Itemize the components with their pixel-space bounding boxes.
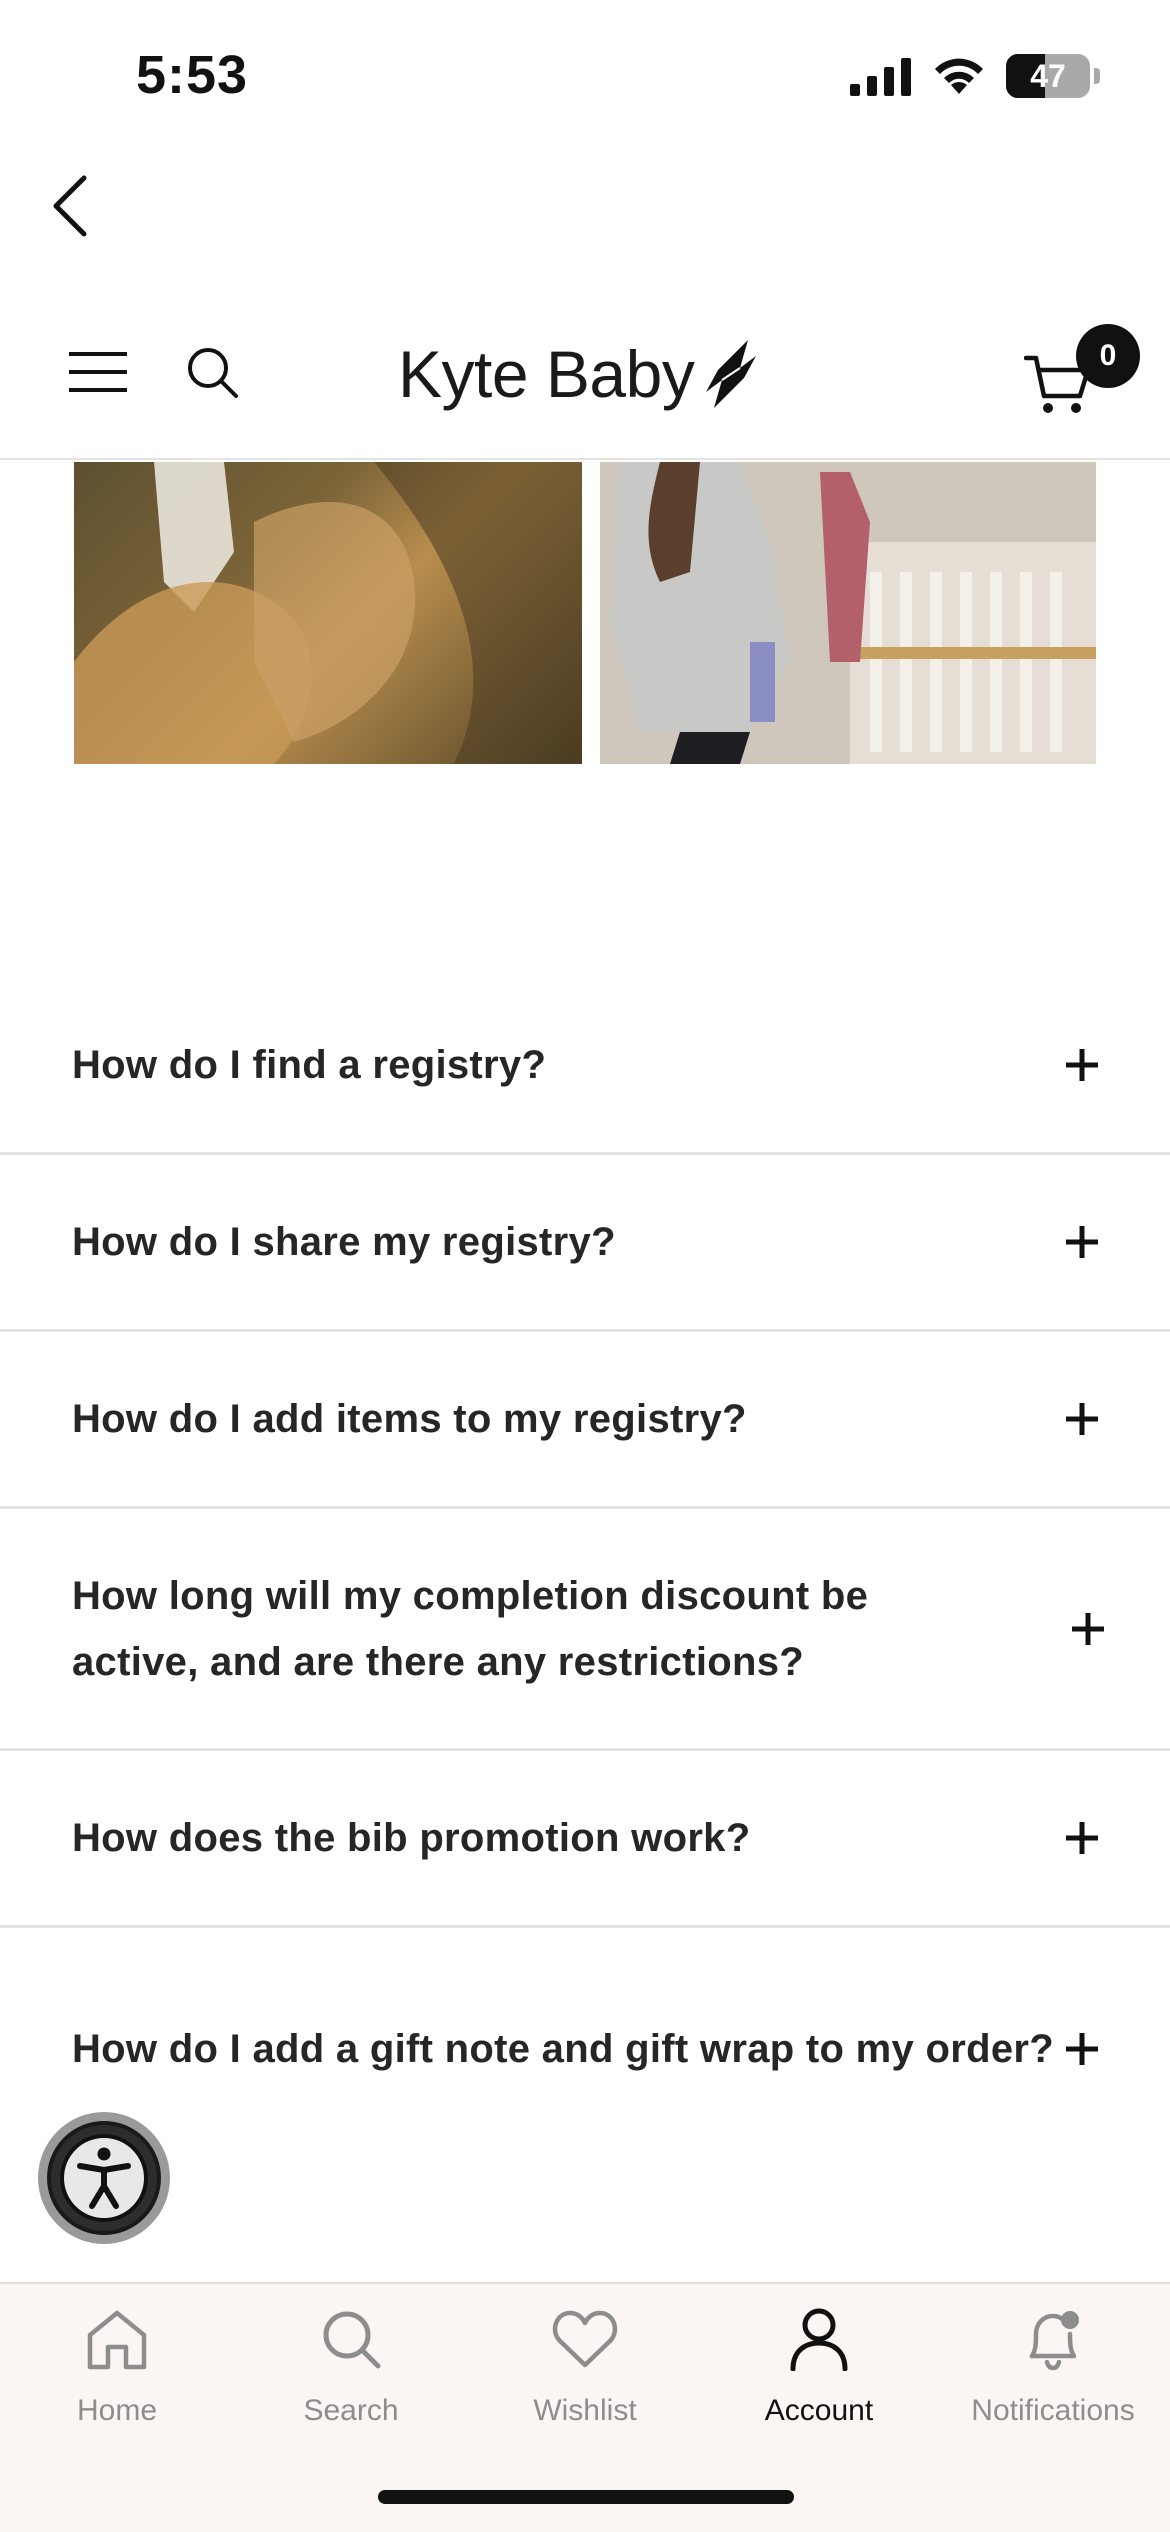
home-indicator [378,2490,794,2504]
cart-button[interactable]: 0 [1024,324,1140,424]
faq-question: How do I add items to my registry? [72,1397,747,1441]
faq-question: How do I find a registry? [72,1043,547,1087]
tab-label: Search [303,2394,399,2427]
plus-icon[interactable] [1064,1820,1100,1856]
heart-icon [552,2310,618,2368]
swaddle-photo-graphic [74,462,582,764]
plus-icon[interactable] [1064,1047,1100,1083]
nursery-photo-graphic [600,462,1096,764]
tab-notifications[interactable]: Notifications [936,2304,1170,2444]
tab-label: Home [76,2394,158,2427]
faq-item[interactable]: How long will my completion discount be … [0,1509,1170,1751]
status-icons: 47 [850,52,1100,100]
cart-count-badge: 0 [1076,324,1140,388]
faq-question: How do I add a gift note and gift wrap t… [72,2027,1054,2071]
store-header: Kyte Baby 0 [0,290,1170,460]
back-button[interactable] [40,170,100,242]
faq-item[interactable]: How do I add a gift note and gift wrap t… [0,1928,1170,2170]
faq-item[interactable]: How do I find a registry? [0,978,1170,1155]
accessibility-button[interactable] [38,2112,170,2244]
star-logo-icon [706,340,757,408]
header-search-button[interactable] [180,340,244,404]
faq-item[interactable]: How do I add items to my registry? [0,1332,1170,1509]
status-bar: 5:53 47 [0,0,1170,150]
faq-question: How do I share my registry? [72,1220,616,1264]
bell-icon [1029,2311,1079,2371]
chevron-left-icon [53,175,87,237]
product-image[interactable] [600,462,1096,764]
plus-icon[interactable] [1064,1401,1100,1437]
battery-level: 47 [1030,57,1066,94]
tab-wishlist[interactable]: Wishlist [468,2304,702,2444]
search-icon [188,348,238,398]
faq-question: How does the bib promotion work? [72,1816,751,1860]
battery-icon: 47 [1006,54,1100,98]
tab-account[interactable]: Account [702,2304,936,2444]
faq-list: How do I find a registry? How do I share… [0,978,1170,2170]
cellular-signal-icon [850,58,911,96]
faq-question: How long will my completion discount be … [72,1573,869,1684]
user-icon [790,2308,848,2371]
accessibility-icon [60,2134,148,2222]
tab-home[interactable]: Home [0,2304,234,2444]
tab-label: Account [764,2394,874,2427]
faq-item[interactable]: How do I share my registry? [0,1155,1170,1332]
tab-label: Wishlist [533,2394,637,2427]
logo[interactable]: Kyte Baby [398,324,758,424]
plus-icon[interactable] [1064,2031,1100,2067]
hamburger-menu-icon [69,352,127,392]
faq-item[interactable]: How does the bib promotion work? [0,1751,1170,1928]
app-screen: 5:53 47 Kyte Baby 0 How do I find a regi… [0,0,1170,2532]
home-icon [87,2310,147,2370]
search-icon [323,2311,381,2369]
menu-button[interactable] [66,340,130,404]
status-time: 5:53 [136,45,249,105]
tab-search[interactable]: Search [234,2304,468,2444]
logo-text: Kyte Baby [398,337,695,411]
wifi-icon [935,58,983,94]
tab-label: Notifications [971,2394,1135,2427]
product-image[interactable] [74,462,582,764]
plus-icon[interactable] [1070,1611,1106,1647]
plus-icon[interactable] [1064,1224,1100,1260]
